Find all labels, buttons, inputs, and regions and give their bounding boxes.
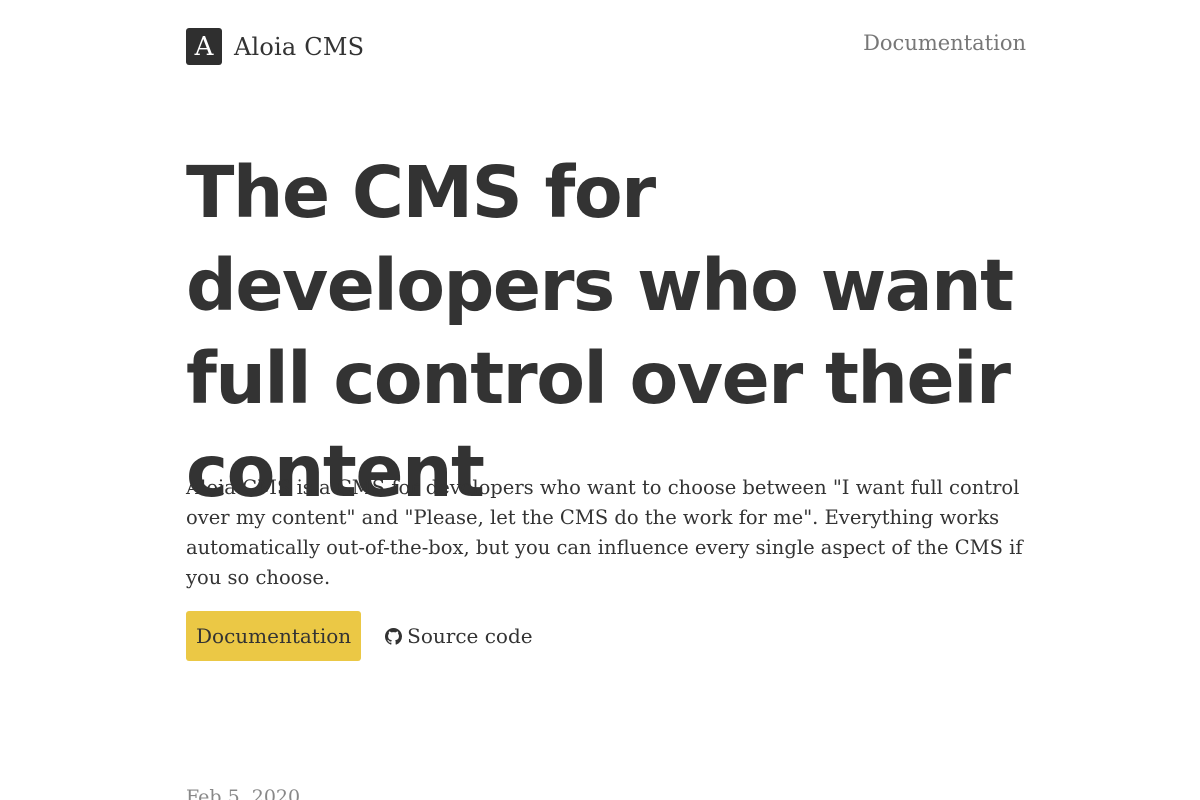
hero-actions: Documentation Source code — [186, 611, 533, 661]
brand-link[interactable]: A Aloia CMS — [186, 28, 364, 65]
source-code-label: Source code — [407, 624, 533, 648]
nav-documentation-link[interactable]: Documentation — [863, 31, 1026, 55]
post-date: Feb 5, 2020 — [186, 786, 301, 800]
github-icon — [385, 627, 403, 645]
documentation-button[interactable]: Documentation — [186, 611, 362, 661]
site-header: A Aloia CMS Documentation — [186, 28, 1026, 66]
source-code-link[interactable]: Source code — [385, 624, 533, 648]
hero-description: Aloia CMS is a CMS for developers who wa… — [186, 476, 1023, 589]
hero-title: The CMS for developers who want full con… — [186, 151, 1014, 513]
brand-name: Aloia CMS — [234, 32, 365, 61]
logo-icon: A — [186, 28, 222, 65]
